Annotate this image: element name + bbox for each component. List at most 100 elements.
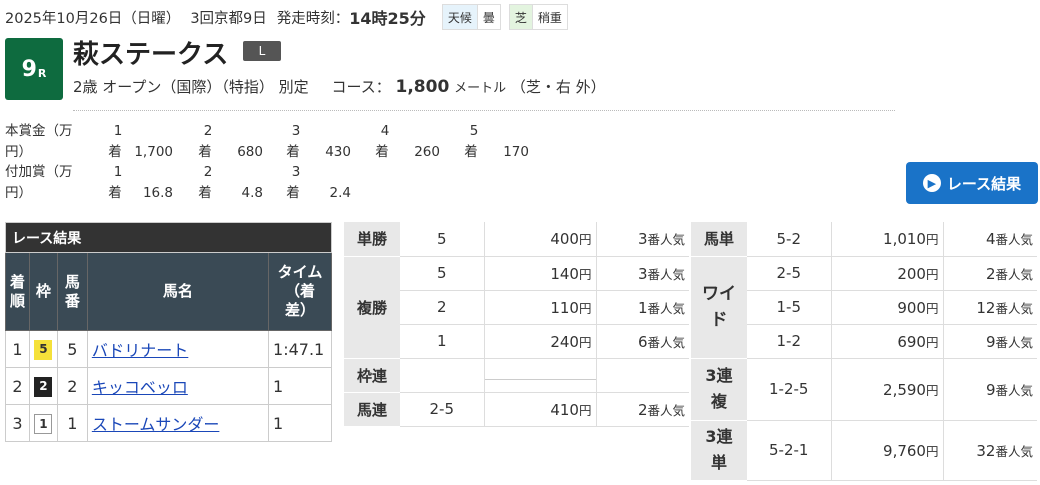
horse-link[interactable]: ストームサンダー — [92, 415, 220, 434]
row-horse: キッコベッロ — [86, 367, 270, 405]
extra-prize: 付加賞（万円） 1 着 16.8 2 着 4.8 3 着 2.4 — [5, 162, 565, 204]
horse-link[interactable]: バドリナート — [92, 341, 188, 360]
prize-amount: 680 — [237, 144, 263, 160]
grade-badge: L — [243, 41, 281, 61]
payout-popularity: 9番人気 — [943, 324, 1037, 359]
prize-unit: 着 — [198, 144, 212, 160]
row-horse: ストームサンダー — [86, 404, 270, 442]
weather-box: 天候 曇 — [441, 4, 501, 30]
payout-popularity: 6番人気 — [596, 324, 689, 359]
prize-amount: 1,700 — [134, 144, 173, 160]
course-surface: （芝・右 外） — [510, 78, 606, 96]
payout-row: 3連単 5-2-1 9,760円 32番人気 — [691, 420, 1037, 481]
race-conditions: 2歳 オープン（国際）（特指） 別定 コース： 1,800 メートル （芝・右 … — [73, 76, 606, 97]
row-place: 1 — [5, 330, 30, 368]
payout-comb: 1 — [400, 324, 484, 359]
bet-type-wide-text: ワイド — [702, 284, 736, 330]
payout-amount: 410円 — [483, 392, 597, 427]
course-distance: 1,800 — [395, 77, 450, 97]
ninki-unit: 番人気 — [995, 300, 1033, 316]
row-frame: 2 — [28, 367, 58, 405]
ninki-unit: 番人気 — [647, 232, 685, 248]
payout-comb: 5-2 — [747, 222, 831, 257]
payout-comb: 5 — [400, 256, 484, 291]
yen-unit: 円 — [925, 300, 939, 316]
prize-place: 1 — [113, 123, 123, 139]
payout-row: 単勝 5 400円 3番人気 — [344, 222, 689, 257]
ninki-unit: 番人気 — [995, 443, 1033, 459]
header-divider — [73, 110, 895, 111]
payout-popularity: 32番人気 — [943, 420, 1037, 481]
prize-unit: 着 — [375, 144, 389, 160]
header-time-text: タイム（着差） — [277, 263, 323, 319]
header-frame: 枠 — [28, 252, 58, 331]
ninki-unit: 番人気 — [995, 382, 1033, 398]
payout-amount: 400円 — [483, 222, 597, 257]
race-date: 2025年10月26日（日曜） — [5, 10, 181, 27]
payout-comb-empty — [400, 358, 484, 393]
payout-row: 3連複 1-2-5 2,590円 9番人気 — [691, 358, 1037, 421]
row-place: 2 — [5, 367, 30, 405]
prize-place: 3 — [291, 164, 301, 180]
header-number: 馬番 — [56, 252, 88, 331]
track-label: 芝 — [509, 5, 533, 29]
empty-dash — [484, 379, 596, 380]
payout-row: 枠連 — [344, 358, 689, 393]
prize-place: 4 — [380, 123, 390, 139]
race-result-button-label: レース結果 — [946, 174, 1022, 193]
payout-comb: 2-5 — [400, 392, 484, 427]
payout-amount: 690円 — [830, 324, 944, 359]
weather-label: 天候 — [442, 5, 478, 29]
payout-amount: 1,010円 — [830, 222, 944, 257]
race-number-suffix: R — [37, 66, 47, 80]
frame-badge: 5 — [34, 340, 53, 360]
row-time: 1 — [268, 404, 332, 442]
prize-place: 3 — [291, 123, 301, 139]
payout-comb: 1-5 — [747, 290, 831, 325]
row-frame: 5 — [28, 330, 58, 368]
amount-value: 9,760 — [883, 441, 926, 460]
main-prize: 本賞金（万円） 1 着 1,700 2 着 680 3 着 430 4 着 26… — [5, 121, 565, 163]
payout-row: ワイド 2-5 200円 2番人気 — [691, 256, 1037, 359]
post-time-label: 発走時刻： — [276, 10, 350, 27]
payout-amount: 240円 — [483, 324, 597, 359]
row-place: 3 — [5, 404, 30, 442]
bet-type-sanrentan-text: 3連単 — [705, 427, 733, 472]
results-caption: レース結果 — [5, 222, 332, 253]
yen-unit: 円 — [578, 232, 592, 248]
payout-comb: 1-2 — [747, 324, 831, 359]
amount-value: 140 — [550, 264, 579, 283]
bet-type-sanrenpuku: 3連複 — [691, 358, 747, 421]
prize-amount: 260 — [414, 144, 440, 160]
frame-badge: 1 — [34, 413, 53, 434]
chevron-right-icon: ▶ — [922, 174, 941, 192]
race-number-badge: 9 R — [5, 38, 63, 100]
prize-unit: 着 — [198, 185, 212, 201]
course-label: コース： — [331, 78, 391, 96]
amount-value: 110 — [550, 298, 579, 317]
track-condition: 稍重 — [537, 10, 562, 25]
prize-amount: 170 — [503, 144, 529, 160]
prize-amount: 16.8 — [142, 185, 173, 201]
yen-unit: 円 — [578, 334, 592, 350]
race-name: 萩ステークス — [73, 40, 229, 70]
payout-popularity: 4番人気 — [943, 222, 1037, 257]
amount-value: 400 — [550, 230, 579, 249]
prize-unit: 着 — [108, 144, 122, 160]
ninki-unit: 番人気 — [647, 402, 685, 418]
payout-comb: 1-2-5 — [747, 358, 831, 421]
table-row: 3 1 1 ストームサンダー 1 — [5, 404, 332, 442]
header-place-text: 着順 — [9, 272, 25, 310]
payout-table-right: 馬単 5-2 1,010円 4番人気 ワイド 2-5 200円 2番人気 1-5… — [691, 222, 1037, 481]
payout-row: 馬連 2-5 410円 2番人気 — [344, 392, 689, 427]
payout-row: 複勝 5 140円 3番人気 — [344, 256, 689, 359]
ninki-unit: 番人気 — [647, 334, 685, 350]
yen-unit: 円 — [578, 266, 592, 282]
horse-link[interactable]: キッコベッロ — [92, 378, 188, 397]
pop-value: 32 — [976, 441, 996, 460]
header-number-text: 馬番 — [64, 272, 80, 310]
payout-amount: 9,760円 — [830, 420, 944, 481]
payout-popularity: 3番人気 — [596, 256, 689, 291]
race-result-button[interactable]: ▶ レース結果 — [906, 162, 1038, 204]
amount-value: 240 — [550, 332, 579, 351]
